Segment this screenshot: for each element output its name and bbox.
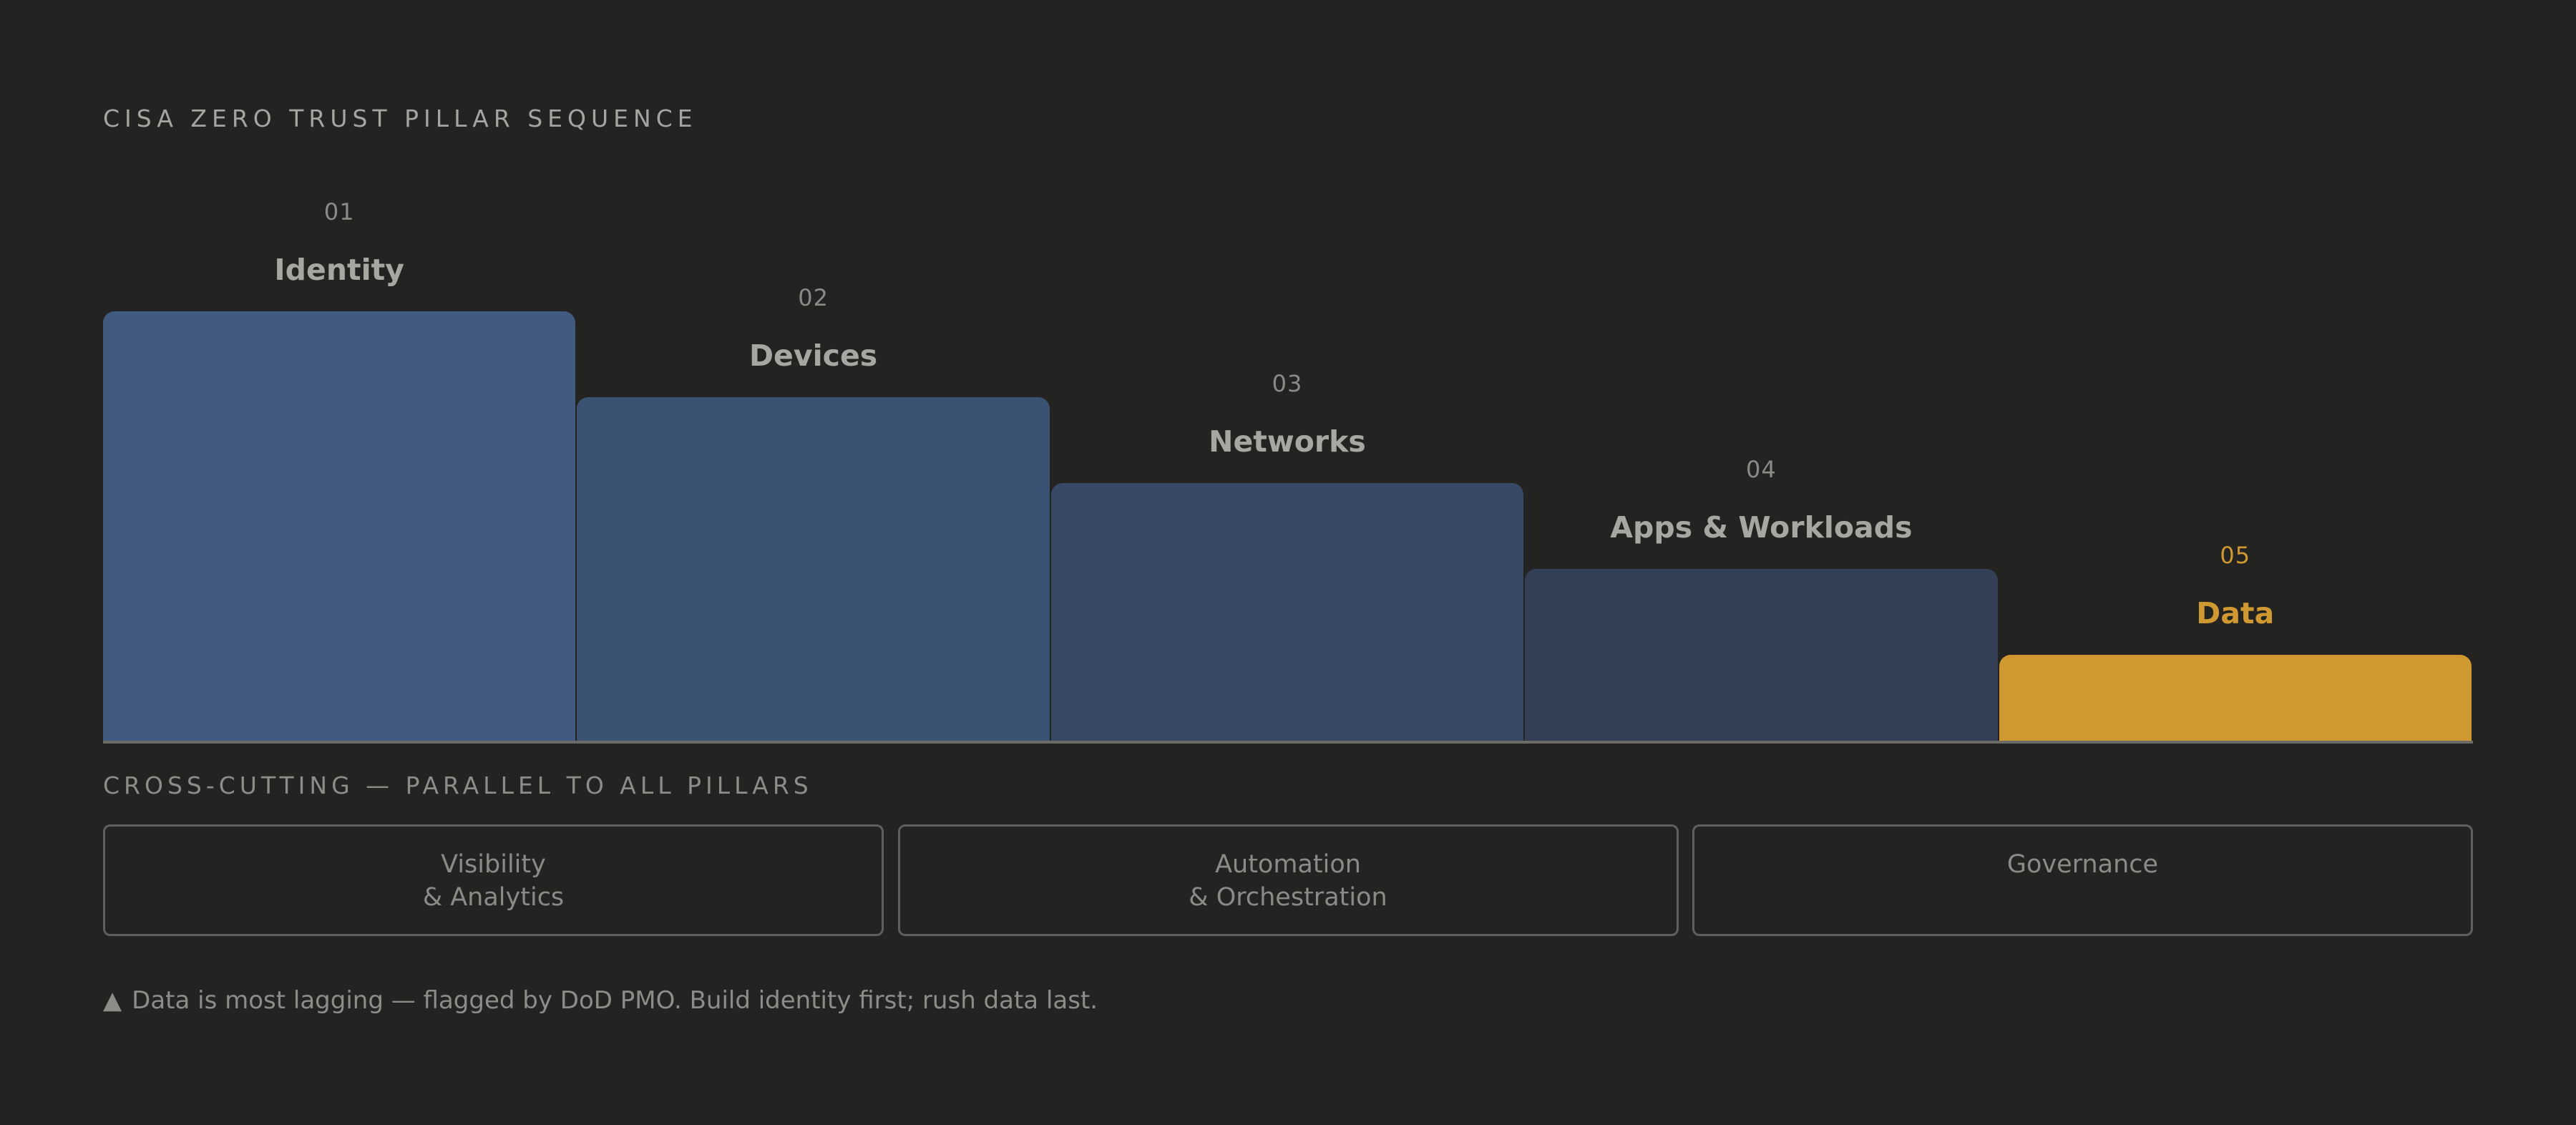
warning-triangle-icon: ▲ (103, 986, 122, 1015)
box-line-1: Visibility (441, 850, 546, 879)
pillar-bar (103, 311, 576, 742)
box-line-1: Governance (2006, 850, 2159, 879)
baseline-divider (103, 741, 2473, 744)
pillar-bar (1999, 655, 2472, 742)
pillar-bar (1525, 569, 1998, 742)
cross-cutting-label: CROSS-CUTTING — PARALLEL TO ALL PILLARS (103, 771, 813, 799)
pillar-bar (1050, 483, 1524, 742)
cross-cutting-box: Governance (1692, 824, 2473, 936)
pillar-label: Apps & Workloads (1610, 510, 1913, 545)
pillar-label: Devices (749, 339, 878, 373)
pillar-number: 02 (798, 284, 829, 311)
pillar-staircase: 01 Identity 02 Devices 03 Networks 04 Ap… (103, 0, 2473, 744)
pillar-step: 04 Apps & Workloads (1525, 0, 1998, 742)
box-line-1: Automation (1215, 850, 1361, 879)
box-line-2: & Analytics (422, 883, 565, 912)
pillar-number: 03 (1272, 370, 1303, 397)
pillar-step: 03 Networks (1050, 0, 1524, 742)
cross-cutting-box: Automation & Orchestration (897, 824, 1679, 936)
pillar-number: 04 (1746, 456, 1777, 483)
pillar-number: 01 (323, 198, 355, 225)
pillar-number: 05 (2220, 542, 2251, 569)
pillar-step: 05 Data (1999, 0, 2472, 742)
footnote: ▲ Data is most lagging — flagged by DoD P… (103, 986, 1098, 1015)
footnote-text: Data is most lagging — flagged by DoD PM… (132, 986, 1098, 1015)
cross-cutting-box: Visibility & Analytics (103, 824, 884, 936)
pillar-step: 02 Devices (577, 0, 1050, 742)
box-line-2: & Orchestration (1189, 883, 1387, 912)
pillar-label: Networks (1209, 424, 1366, 459)
pillar-label: Identity (274, 253, 404, 287)
cross-cutting-boxes: Visibility & Analytics Automation & Orch… (103, 824, 2473, 939)
pillar-bar (577, 397, 1050, 742)
pillar-step: 01 Identity (103, 0, 576, 742)
pillar-label: Data (2196, 596, 2275, 630)
